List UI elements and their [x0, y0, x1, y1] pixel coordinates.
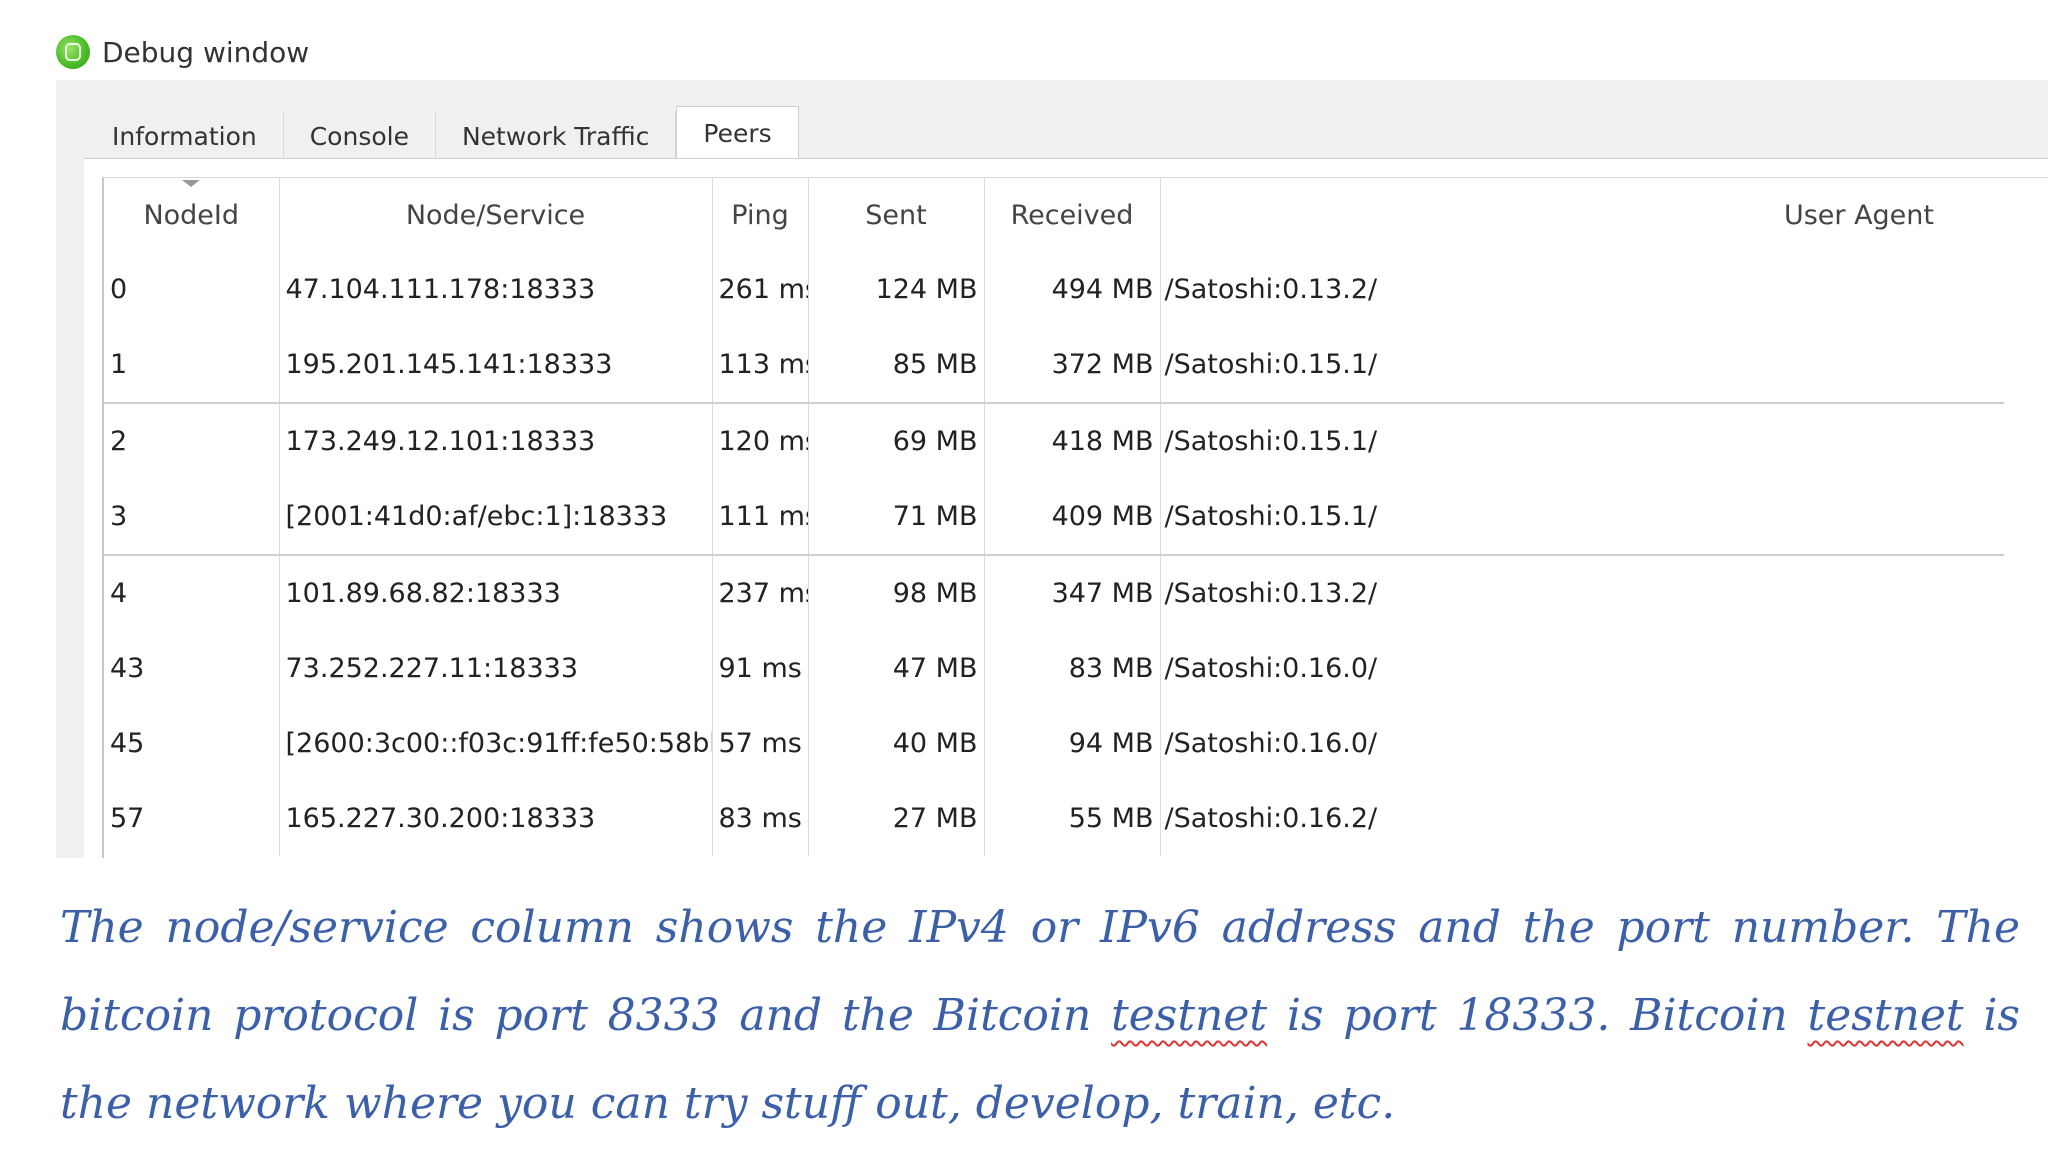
table-row[interactable]: 1 195.201.145.141:18333 113 ms 85 MB 372…: [104, 327, 2004, 403]
cell-nodeid: 0: [104, 252, 280, 327]
col-header-ping[interactable]: Ping: [712, 178, 809, 252]
cell-user-agent: /Satoshi:0.15.1/: [1164, 501, 1378, 532]
peers-panel: NodeId Node/Service Ping Sent Received U…: [84, 158, 2048, 858]
cell-ping: 57 ms: [712, 706, 809, 781]
spellcheck-word: testnet: [1807, 990, 1964, 1041]
cell-node-service: 165.227.30.200:18333: [279, 781, 713, 856]
table-row[interactable]: 57 165.227.30.200:18333 83 ms 27 MB 55 M…: [104, 781, 2004, 856]
tab-peers[interactable]: Peers: [676, 106, 799, 160]
cell-user-agent: /Satoshi:0.15.1/: [1164, 349, 1378, 380]
col-header-user-agent[interactable]: User Agent: [1160, 178, 2004, 252]
peers-table-container[interactable]: NodeId Node/Service Ping Sent Received U…: [102, 177, 2048, 858]
cell-sent: 85 MB: [808, 327, 985, 403]
table-row[interactable]: 0 47.104.111.178:18333 261 ms 124 MB 494…: [104, 252, 2004, 327]
col-header-node-service[interactable]: Node/Service: [279, 178, 713, 252]
table-header-row: NodeId Node/Service Ping Sent Received U…: [104, 178, 2004, 252]
table-row[interactable]: 3 [2001:41d0:af/ebc:1]:18333 111 ms 71 M…: [104, 479, 2004, 555]
table-row[interactable]: 43 73.252.227.11:18333 91 ms 47 MB 83 MB…: [104, 631, 2004, 706]
sort-indicator-icon: [182, 180, 201, 187]
cell-received: 55 MB: [984, 781, 1161, 856]
debug-window: Information Console Network Traffic Peer…: [56, 80, 2048, 858]
cell-sent: 98 MB: [808, 554, 985, 631]
cell-ping: 261 ms: [712, 252, 809, 327]
cell-sent: 47 MB: [808, 631, 985, 706]
cell-node-service: 47.104.111.178:18333: [279, 252, 713, 327]
cell-nodeid: 57: [104, 781, 280, 856]
cell-user-agent: /Satoshi:0.16.2/: [1164, 803, 1378, 834]
window-title: Debug window: [102, 35, 310, 69]
tab-console[interactable]: Console: [283, 112, 436, 160]
cell-received: 83 MB: [984, 631, 1161, 706]
cell-node-service: [2001:41d0:af/ebc:1]:18333: [279, 479, 713, 555]
cell-node-service: [2600:3c00::f03c:91ff:fe50:58bb]:18333: [279, 706, 713, 781]
cell-ping: 237 ms: [712, 554, 809, 631]
cell-user-agent: /Satoshi:0.16.0/: [1164, 653, 1378, 684]
cell-user-agent: /Satoshi:0.15.1/: [1160, 402, 2004, 479]
cell-received: 347 MB: [984, 554, 1161, 631]
cell-received: 494 MB: [984, 252, 1161, 327]
tab-information[interactable]: Information: [86, 112, 284, 160]
col-header-sent[interactable]: Sent: [808, 178, 985, 252]
cell-ping: 113 ms: [712, 327, 809, 403]
cell-ping: 111 ms: [712, 479, 809, 555]
cell-user-agent: /Satoshi:0.13.2/: [1164, 274, 1378, 305]
caption-text: is port 18333. Bitcoin: [1267, 990, 1808, 1041]
cell-node-service: 173.249.12.101:18333: [279, 402, 713, 479]
cell-sent: 40 MB: [808, 706, 985, 781]
cell-nodeid: 3: [104, 479, 280, 555]
cell-sent: 27 MB: [808, 781, 985, 856]
cell-sent: 69 MB: [808, 402, 985, 479]
cell-nodeid: 4: [104, 554, 280, 631]
tab-bar: Information Console Network Traffic Peer…: [86, 106, 799, 160]
cell-user-agent: /Satoshi:0.16.0/: [1164, 728, 1378, 759]
cell-received: 409 MB: [984, 479, 1161, 555]
cell-nodeid: 2: [104, 402, 280, 479]
cell-nodeid: 45: [104, 706, 280, 781]
cell-node-service: 73.252.227.11:18333: [279, 631, 713, 706]
cell-user-agent: /Satoshi:0.13.2/: [1160, 554, 2004, 631]
cell-sent: 124 MB: [808, 252, 985, 327]
cell-received: 94 MB: [984, 706, 1161, 781]
bitcoin-core-icon: [56, 35, 90, 69]
table-row[interactable]: 4 101.89.68.82:18333 237 ms 98 MB 347 MB…: [104, 554, 2004, 631]
cell-node-service: 101.89.68.82:18333: [279, 554, 713, 631]
window-titlebar: Debug window: [56, 30, 309, 74]
cell-node-service: 195.201.145.141:18333: [279, 327, 713, 403]
cell-received: 372 MB: [984, 327, 1161, 403]
col-header-received[interactable]: Received: [984, 178, 1161, 252]
caption-paragraph: The node/service column shows the IPv4 o…: [60, 884, 2020, 1148]
cell-nodeid: 43: [104, 631, 280, 706]
tab-network-traffic[interactable]: Network Traffic: [435, 112, 677, 160]
cell-ping: 83 ms: [712, 781, 809, 856]
peers-table: NodeId Node/Service Ping Sent Received U…: [104, 178, 2004, 856]
cell-sent: 71 MB: [808, 479, 985, 555]
table-row[interactable]: 2 173.249.12.101:18333 120 ms 69 MB 418 …: [104, 402, 2004, 479]
cell-received: 418 MB: [984, 402, 1161, 479]
spellcheck-word: testnet: [1111, 990, 1268, 1041]
cell-ping: 91 ms: [712, 631, 809, 706]
col-header-label: NodeId: [143, 199, 240, 231]
table-row[interactable]: 45 [2600:3c00::f03c:91ff:fe50:58bb]:1833…: [104, 706, 2004, 781]
col-header-nodeid[interactable]: NodeId: [104, 178, 280, 252]
cell-ping: 120 ms: [712, 402, 809, 479]
cell-nodeid: 1: [104, 327, 280, 403]
